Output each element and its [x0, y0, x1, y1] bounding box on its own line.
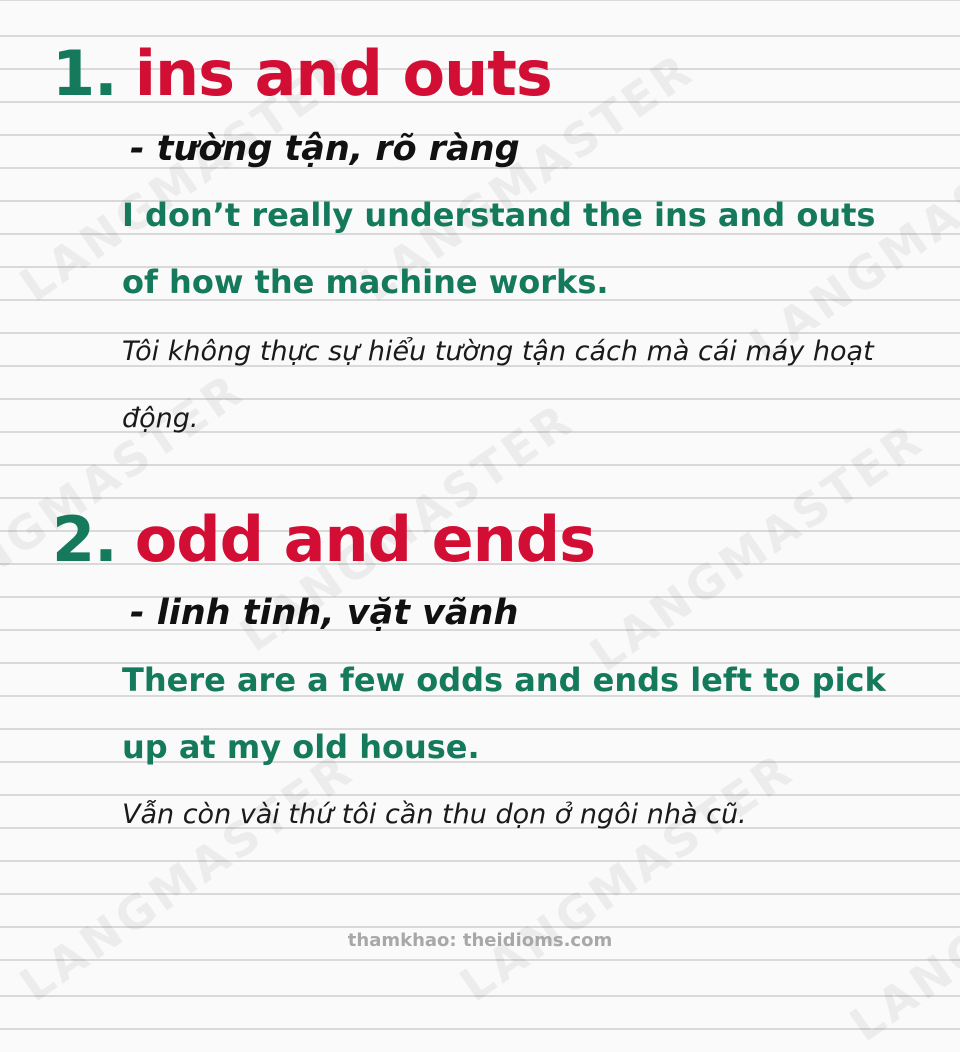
idiom-meaning: - tường tận, rõ ràng — [130, 129, 520, 169]
idiom-translation: Tôi không thực sự hiểu tường tận cách mà… — [122, 336, 874, 434]
idiom-example: I don’t really understand the ins and ou… — [122, 196, 876, 301]
idiom-heading: 1. ins and outs — [52, 37, 553, 110]
idiom-heading: 2. odd and ends — [52, 503, 596, 576]
idiom-example: There are a few odds and ends left to pi… — [122, 661, 886, 766]
watermark-logo: LANGMASTER — [580, 411, 934, 683]
idiom-phrase: odd and ends — [134, 503, 596, 576]
idiom-phrase: ins and outs — [134, 37, 553, 110]
idiom-number: 2. — [52, 503, 118, 576]
idiom-translation: Vẫn còn vài thứ tôi cần thu dọn ở ngôi n… — [122, 799, 747, 830]
idiom-meaning: - linh tinh, vặt vãnh — [130, 593, 519, 633]
idiom-number: 1. — [52, 37, 118, 110]
source-credit: thamkhao: theidioms.com — [347, 930, 613, 951]
